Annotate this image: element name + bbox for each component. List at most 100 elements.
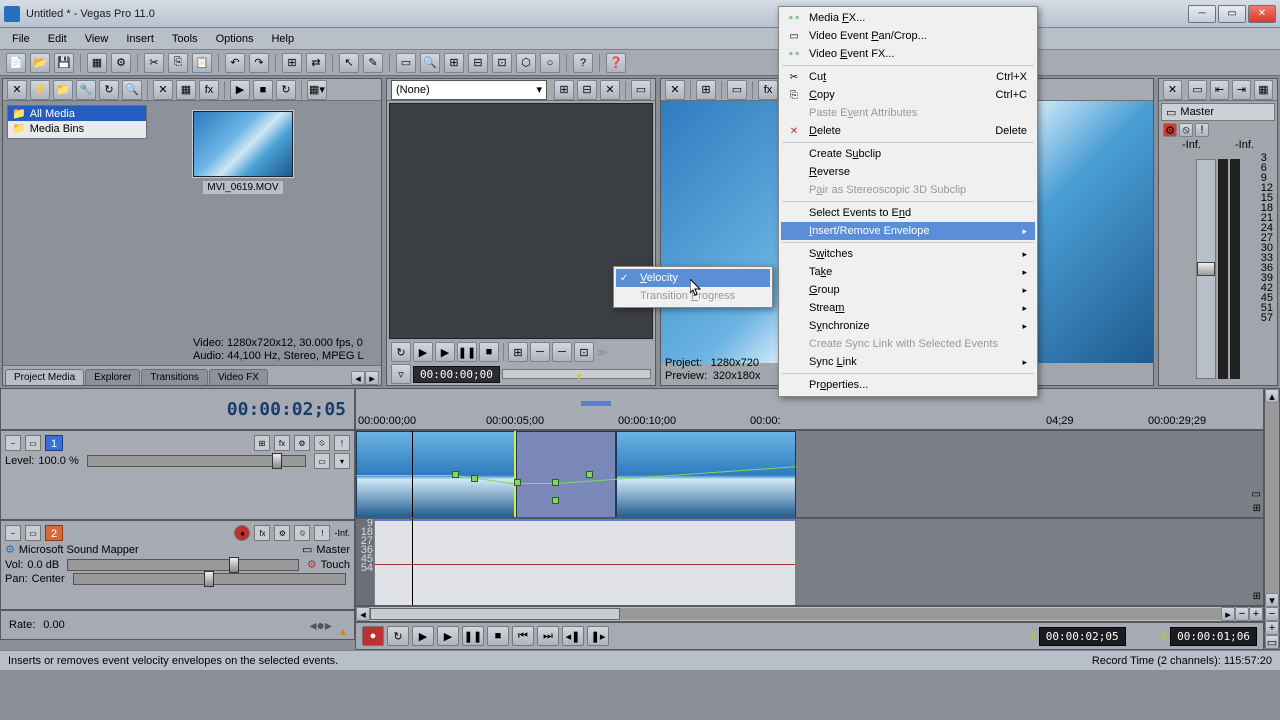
clip-crop-icon[interactable]: ⊞ [1253,503,1261,514]
properties-button[interactable]: ⚙ [111,53,131,73]
record-button[interactable]: ● [362,626,384,646]
envelope-point[interactable] [471,475,478,482]
next-frame-button[interactable]: ❚▸ [587,626,609,646]
scroll-left-icon[interactable]: ◂ [356,607,370,621]
clip-fx-icon[interactable]: ▭ [1252,489,1261,500]
cm-synchronize[interactable]: Synchronize▸ [781,317,1035,335]
master-t1-icon[interactable]: ▭ [1188,80,1207,100]
parent-icon[interactable]: ▾ [334,453,350,469]
fx-marker-icon[interactable]: ▿ [391,364,411,384]
vscroll-up-icon[interactable]: ▴ [1265,389,1279,403]
cut-button[interactable]: ✂ [144,53,164,73]
tab-transitions[interactable]: Transitions [141,369,208,385]
envelope-point[interactable] [586,471,593,478]
fx-t2-icon[interactable]: ─ [552,342,572,362]
menu-file[interactable]: File [4,31,38,47]
new-button[interactable]: 📄 [6,53,26,73]
cm-copy[interactable]: ⎘CopyCtrl+C [781,86,1035,104]
cm-stream[interactable]: Stream▸ [781,299,1035,317]
fx-remove-icon[interactable]: ✕ [600,80,620,100]
tree-all-media[interactable]: 📁All Media [8,106,146,121]
menu-insert[interactable]: Insert [118,31,162,47]
pm-properties-icon[interactable]: ▦ [176,80,196,100]
pm-fx-icon[interactable]: fx [199,80,219,100]
maximize-button[interactable]: ▭ [1218,5,1246,23]
play-start-button[interactable]: ▶ [412,626,434,646]
pv-props-icon[interactable]: ⊞ [696,80,716,100]
master-fader[interactable] [1196,159,1216,379]
cm-take[interactable]: Take▸ [781,263,1035,281]
media-thumbnail[interactable]: MVI_0619.MOV [193,111,293,194]
cm-pan-crop[interactable]: ▭Video Event Pan/Crop... [781,27,1035,45]
tab-video-fx[interactable]: Video FX [209,369,268,385]
track-minimize-icon[interactable]: − [5,435,21,451]
track-solo-icon[interactable]: ! [334,435,350,451]
normal-edit-tool[interactable]: ↖ [339,53,359,73]
pm-play-icon[interactable]: ▶ [230,80,250,100]
fx-timecode[interactable]: 00:00:00;00 [413,366,500,383]
help-tool[interactable]: ? [573,53,593,73]
loop-region[interactable] [581,401,611,406]
envelope-point[interactable] [514,479,521,486]
pm-remove-icon[interactable]: ✕ [153,80,173,100]
envelope-point[interactable] [452,471,459,478]
track-max-icon[interactable]: ▭ [25,435,41,451]
scrub-icon[interactable]: ◂●▸ [309,617,332,634]
pause-button[interactable]: ❚❚ [462,626,484,646]
open-button[interactable]: 📂 [30,53,50,73]
pv-close-icon[interactable]: ✕ [665,80,685,100]
selection-tool[interactable]: ▭ [396,53,416,73]
pm-auto-icon[interactable]: ↻ [276,80,296,100]
go-end-button[interactable]: ⏭ [537,626,559,646]
undo-button[interactable]: ↶ [225,53,245,73]
tab-explorer[interactable]: Explorer [85,369,140,385]
record-timecode[interactable]: 00:00:01;06 [1170,627,1257,646]
pm-refresh-icon[interactable]: ↻ [99,80,119,100]
play-button[interactable]: ▶ [437,626,459,646]
loop-button[interactable]: ↻ [387,626,409,646]
transport-timecode[interactable]: 00:00:02;05 [1039,627,1126,646]
zoom-tool[interactable]: 🔍 [420,53,440,73]
master-mute-icon[interactable]: ⦸ [1179,123,1193,137]
envelope-point[interactable] [552,497,559,504]
master-auto-icon[interactable]: ⚙ [1163,123,1177,137]
timeline-scrollbar[interactable]: ◂ ▸ − + [355,606,1264,622]
tool-3[interactable]: ⊡ [492,53,512,73]
master-t3-icon[interactable]: ⇥ [1232,80,1251,100]
stop-button[interactable]: ■ [487,626,509,646]
master-t2-icon[interactable]: ⇤ [1210,80,1229,100]
envelope-tool[interactable]: ✎ [363,53,383,73]
tool-5[interactable]: ○ [540,53,560,73]
zoom-in-h-icon[interactable]: + [1249,607,1263,621]
paste-button[interactable]: 📋 [192,53,212,73]
menu-edit[interactable]: Edit [40,31,75,47]
level-slider[interactable] [87,455,306,467]
atrack-solo-icon[interactable]: ! [314,525,330,541]
touch-mode[interactable]: Touch [321,559,350,571]
cm-delete[interactable]: ✕DeleteDelete [781,122,1035,140]
atrack-fx-icon[interactable]: fx [254,525,270,541]
snap-button[interactable]: ⊞ [282,53,302,73]
track-auto-icon[interactable]: ⚙ [294,435,310,451]
envelope-point[interactable] [552,479,559,486]
menu-help[interactable]: Help [263,31,302,47]
cm-create-subclip[interactable]: Create Subclip [781,145,1035,163]
render-button[interactable]: ▦ [87,53,107,73]
fx-play2-icon[interactable]: ▶ [435,342,455,362]
fx-screen-icon[interactable]: ▭ [631,80,651,100]
pm-close-icon[interactable]: ✕ [7,80,27,100]
fx-tool-2[interactable]: ⊟ [577,80,597,100]
track-mute-icon[interactable]: ⦸ [314,435,330,451]
video-track-lane[interactable]: ▭ ⊞ [355,430,1264,518]
timecode-display[interactable]: 00:00:02;05 [0,388,355,430]
cm-properties[interactable]: Properties... [781,376,1035,394]
context-menu[interactable]: ∘∘Media FX... ▭Video Event Pan/Crop... ∘… [778,6,1038,397]
fx-split-icon[interactable]: ⊞ [508,342,528,362]
cm-switches[interactable]: Switches▸ [781,245,1035,263]
prev-frame-button[interactable]: ◂❚ [562,626,584,646]
atrack-mute-icon[interactable]: ⦸ [294,525,310,541]
tab-project-media[interactable]: Project Media [5,369,84,385]
redo-button[interactable]: ↷ [249,53,269,73]
zoom-in-v-icon[interactable]: + [1265,621,1279,635]
pm-tool-icon[interactable]: 🔧 [76,80,96,100]
